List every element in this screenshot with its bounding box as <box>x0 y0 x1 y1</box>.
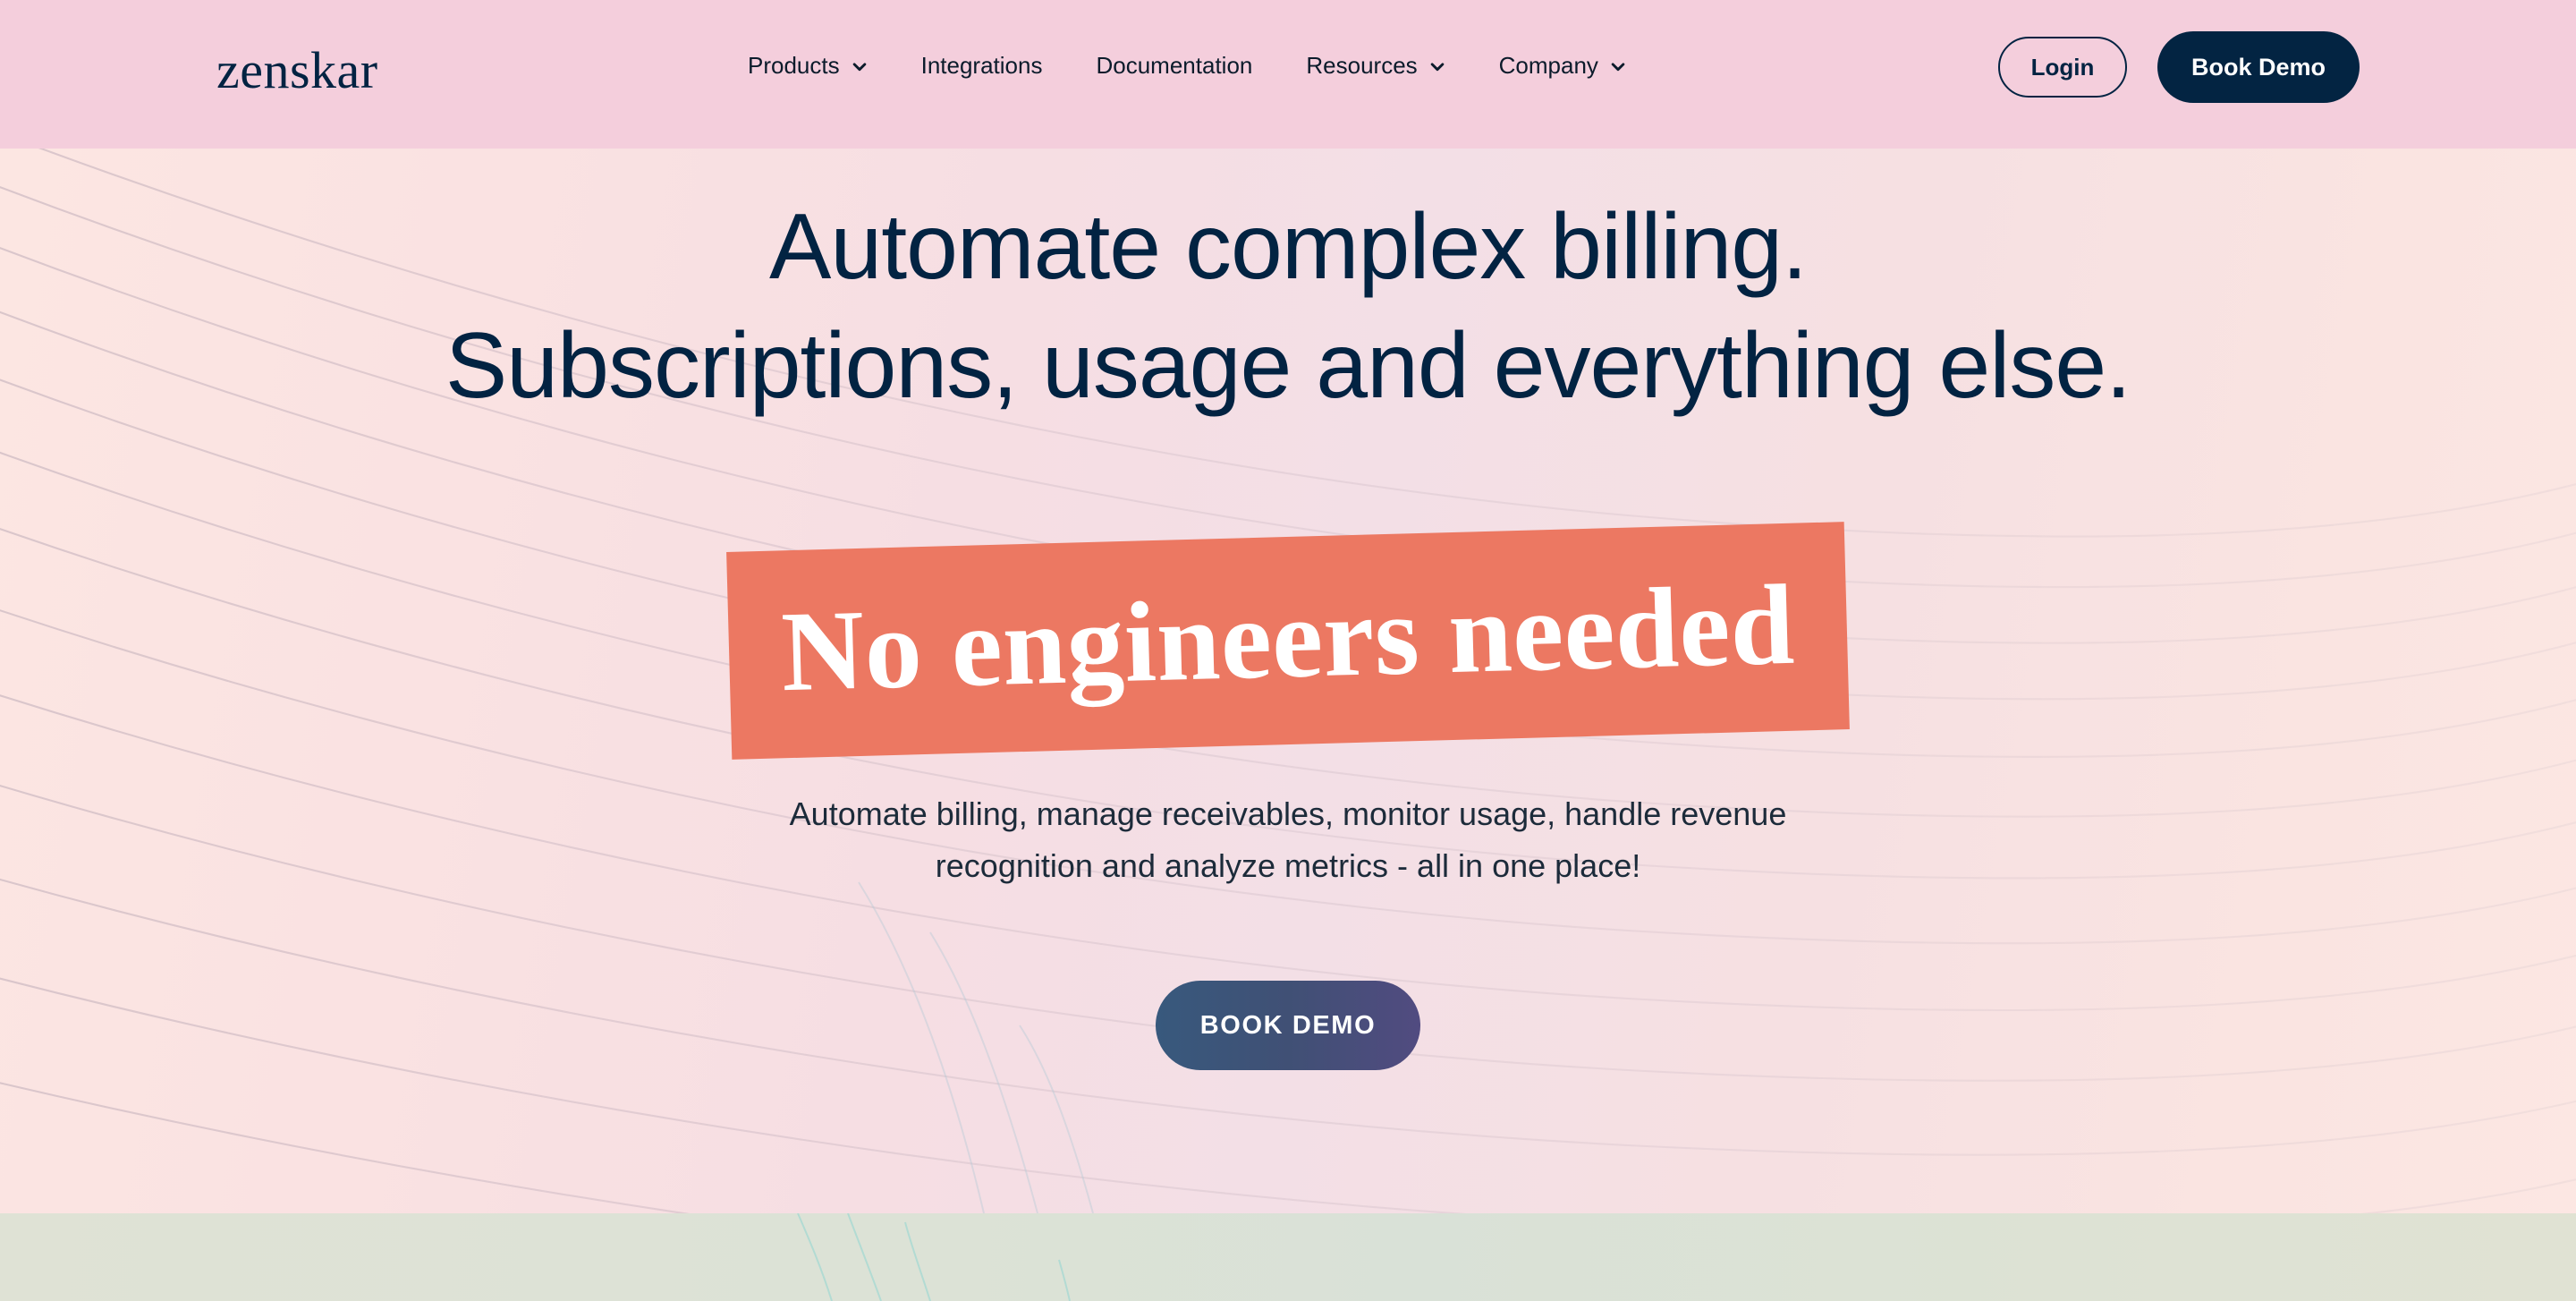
nav-item-company[interactable]: Company <box>1472 54 1653 77</box>
site-header: zenskar Products Integrations Documentat… <box>0 0 2576 149</box>
nav-item-label: Products <box>748 52 840 79</box>
book-demo-cta-button[interactable]: BOOK DEMO <box>1156 981 1420 1070</box>
hero-subtitle: Automate billing, manage receivables, mo… <box>0 788 2576 893</box>
header-inner: zenskar Products Integrations Documentat… <box>0 0 2576 149</box>
hero-headline: Automate complex billing. Subscriptions,… <box>0 188 2576 426</box>
banner-text: No engineers needed <box>779 560 1797 716</box>
nav-item-documentation[interactable]: Documentation <box>1069 54 1279 77</box>
nav-item-integrations[interactable]: Integrations <box>894 54 1070 77</box>
nav-item-resources[interactable]: Resources <box>1279 54 1471 77</box>
page-root: zenskar Products Integrations Documentat… <box>0 0 2576 1301</box>
highlight-banner-wrapper: No engineers needed <box>0 522 2576 760</box>
hero-section: Automate complex billing. Subscriptions,… <box>0 149 2576 1213</box>
login-button[interactable]: Login <box>1997 37 2127 98</box>
subtitle-line-1: Automate billing, manage receivables, mo… <box>789 795 1787 832</box>
nav-item-label: Integrations <box>920 52 1043 79</box>
headline-line-2: Subscriptions, usage and everything else… <box>445 314 2131 419</box>
chevron-down-icon <box>1610 59 1626 75</box>
no-engineers-banner: No engineers needed <box>726 522 1850 760</box>
green-band-lines <box>797 1213 1071 1301</box>
nav-item-label: Documentation <box>1096 52 1253 79</box>
subtitle-line-2: recognition and analyze metrics - all in… <box>935 847 1641 885</box>
book-demo-header-button[interactable]: Book Demo <box>2157 31 2360 103</box>
chevron-down-icon <box>1429 59 1445 75</box>
nav-item-label: Resources <box>1306 52 1418 79</box>
hero-cta-wrapper: BOOK DEMO <box>0 981 2576 1070</box>
next-section-band <box>0 1213 2576 1301</box>
logo-zenskar[interactable]: zenskar <box>216 45 378 97</box>
chevron-down-icon <box>852 59 868 75</box>
header-actions: Login Book Demo <box>1997 31 2360 103</box>
nav-item-label: Company <box>1498 52 1598 79</box>
hero-content: Automate complex billing. Subscriptions,… <box>0 149 2576 1213</box>
nav-item-products[interactable]: Products <box>721 54 894 77</box>
main-navigation: Products Integrations Documentation Reso… <box>721 54 1653 77</box>
headline-line-1: Automate complex billing. <box>768 195 1808 299</box>
